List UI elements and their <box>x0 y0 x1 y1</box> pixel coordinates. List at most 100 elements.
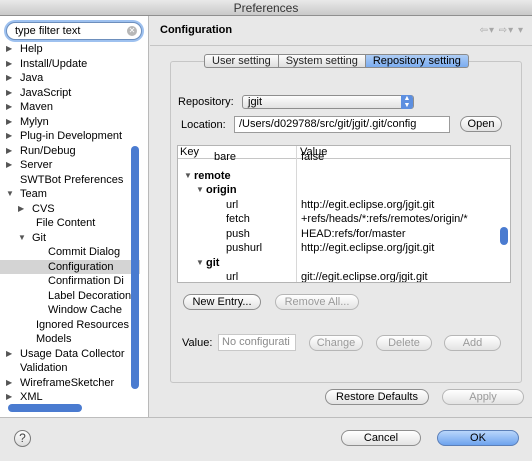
tree-item-label: SWTBot Preferences <box>20 173 124 186</box>
scrollbar-thumb[interactable] <box>8 404 82 412</box>
tree-item-label: WireframeSketcher <box>20 376 115 389</box>
question-mark-icon[interactable]: ? <box>14 430 31 447</box>
table-row[interactable]: fetch +refs/heads/*:refs/remotes/origin/* <box>178 212 498 227</box>
tree-item-label: Help <box>20 43 43 55</box>
menu-icon[interactable]: ▾ <box>518 25 524 36</box>
table-row[interactable]: ▼ git <box>178 256 498 271</box>
collapsed-triangle-icon[interactable]: ▶ <box>6 129 12 144</box>
settings-tabs: User setting System setting Repository set… <box>204 54 469 68</box>
tree-item[interactable]: Window Cache <box>0 303 140 318</box>
config-value: +refs/heads/*:refs/remotes/origin/* <box>301 213 468 225</box>
tree-item[interactable]: ▶ Mylyn <box>0 115 140 130</box>
location-field[interactable]: /Users/d029788/src/git/jgit/.git/config <box>234 116 450 133</box>
collapsed-triangle-icon[interactable]: ▶ <box>6 57 12 72</box>
table-row[interactable]: push HEAD:refs/for/master <box>178 227 498 242</box>
table-row[interactable]: url http://egit.eclipse.org/jgit.git <box>178 198 498 213</box>
collapsed-triangle-icon[interactable]: ▶ <box>6 158 12 173</box>
tree-item[interactable]: ▼ Team <box>0 187 140 202</box>
collapsed-triangle-icon[interactable]: ▶ <box>6 390 12 405</box>
table-vertical-scrollbar[interactable] <box>500 161 508 282</box>
expanded-triangle-icon[interactable]: ▼ <box>18 231 26 246</box>
config-value: http://egit.eclipse.org/jgit.git <box>301 198 435 211</box>
collapsed-triangle-icon[interactable]: ▶ <box>6 115 12 130</box>
tab-user-setting[interactable]: User setting <box>204 54 279 68</box>
clear-filter-icon[interactable]: ✕ <box>127 26 137 36</box>
collapsed-triangle-icon[interactable]: ▶ <box>6 100 12 115</box>
cancel-button[interactable]: Cancel <box>341 430 421 446</box>
table-row[interactable]: url git://egit.eclipse.org/jgit.git <box>178 270 498 282</box>
tree-item[interactable]: Commit Dialog <box>0 245 140 260</box>
tree-item[interactable]: File Content <box>0 216 140 231</box>
table-row[interactable]: ▼ origin <box>178 183 498 198</box>
preference-tree: ▶ Help ▶ Install/Update ▶ Java ▶ JavaScript ▶ Mav… <box>0 42 140 405</box>
tree-item-label: Window Cache <box>48 304 122 316</box>
config-key: push <box>226 227 250 240</box>
tree-item[interactable]: Ignored Resources <box>0 318 140 333</box>
new-entry-button[interactable]: New Entry... <box>183 294 261 310</box>
change-button[interactable]: Change <box>309 335 363 351</box>
config-key: git <box>206 256 220 269</box>
collapsed-triangle-icon[interactable]: ▶ <box>6 144 12 159</box>
config-value: http://egit.eclipse.org/jgit.git <box>301 242 435 254</box>
tree-item[interactable]: ▶ Maven <box>0 100 140 115</box>
ok-button[interactable]: OK <box>437 430 519 446</box>
tree-item[interactable]: Configuration <box>0 259 140 274</box>
tree-item-label: XML <box>20 391 43 403</box>
collapsed-triangle-icon[interactable]: ▶ <box>6 376 12 391</box>
updown-arrows-icon: ▲ ▼ <box>401 95 413 109</box>
filter-field[interactable]: ✕ <box>6 22 142 40</box>
table-row[interactable]: bare false <box>178 150 498 165</box>
tree-item[interactable]: ▶ XML <box>0 390 140 405</box>
collapsed-triangle-icon[interactable]: ▶ <box>6 42 12 57</box>
tree-item[interactable]: Models <box>0 332 140 347</box>
open-button[interactable]: Open <box>460 116 502 132</box>
tree-item[interactable]: SWTBot Preferences <box>0 173 140 188</box>
tree-item[interactable]: Confirmation Di <box>0 274 140 289</box>
tree-item[interactable]: Label Decoration <box>0 289 140 304</box>
add-button[interactable]: Add <box>444 335 501 351</box>
tree-item[interactable]: ▶ WireframeSketcher <box>0 376 140 391</box>
expanded-triangle-icon[interactable]: ▼ <box>196 256 204 271</box>
tree-item[interactable]: ▶ JavaScript <box>0 86 140 101</box>
tree-item-label: Run/Debug <box>20 144 76 157</box>
collapsed-triangle-icon[interactable]: ▶ <box>6 86 12 101</box>
apply-button[interactable]: Apply <box>442 389 524 405</box>
tree-item[interactable]: Validation <box>0 361 140 376</box>
expanded-triangle-icon[interactable]: ▼ <box>196 183 204 198</box>
collapsed-triangle-icon[interactable]: ▶ <box>6 71 12 86</box>
repository-select[interactable]: jgit ▲ ▼ <box>242 95 414 109</box>
tab-system-setting[interactable]: System setting <box>278 54 366 68</box>
tree-item-label: Ignored Resources <box>36 318 129 331</box>
scrollbar-thumb[interactable] <box>131 146 139 389</box>
delete-button[interactable]: Delete <box>376 335 432 351</box>
table-row[interactable]: ▼ remote <box>178 169 498 184</box>
tree-horizontal-scrollbar[interactable] <box>8 404 130 412</box>
collapsed-triangle-icon[interactable]: ▶ <box>18 202 24 217</box>
config-key: fetch <box>226 213 250 225</box>
tree-item[interactable]: ▶ Server <box>0 158 140 173</box>
tree-item[interactable]: ▶ Usage Data Collector <box>0 347 140 362</box>
tab-repository-setting[interactable]: Repository setting <box>365 54 469 68</box>
filter-input[interactable] <box>15 24 127 38</box>
scrollbar-thumb[interactable] <box>500 227 508 245</box>
tree-item[interactable]: ▶ Plug-in Development <box>0 129 140 144</box>
expanded-triangle-icon[interactable]: ▼ <box>184 169 192 184</box>
back-arrow-icon[interactable]: ⇦▾ <box>480 25 495 36</box>
value-field[interactable]: No configurati <box>218 334 296 351</box>
tree-item[interactable]: ▶ Java <box>0 71 140 86</box>
tree-item[interactable]: ▶ Help <box>0 42 140 57</box>
tree-item-label: Plug-in Development <box>20 130 123 142</box>
remove-all-button[interactable]: Remove All... <box>275 294 359 310</box>
window-title: Preferences <box>0 0 532 16</box>
value-label: Value: <box>182 337 213 349</box>
tree-item[interactable]: ▶ Install/Update <box>0 57 140 72</box>
expanded-triangle-icon[interactable]: ▼ <box>6 187 14 202</box>
tree-item[interactable]: ▶ Run/Debug <box>0 144 140 159</box>
table-row[interactable]: pushurl http://egit.eclipse.org/jgit.git <box>178 241 498 256</box>
tree-item[interactable]: ▼ Git <box>0 231 140 246</box>
tree-vertical-scrollbar[interactable] <box>131 146 139 416</box>
collapsed-triangle-icon[interactable]: ▶ <box>6 347 12 362</box>
forward-arrow-icon[interactable]: ⇨▾ <box>499 25 514 36</box>
tree-item[interactable]: ▶ CVS <box>0 202 140 217</box>
restore-defaults-button[interactable]: Restore Defaults <box>325 389 429 405</box>
